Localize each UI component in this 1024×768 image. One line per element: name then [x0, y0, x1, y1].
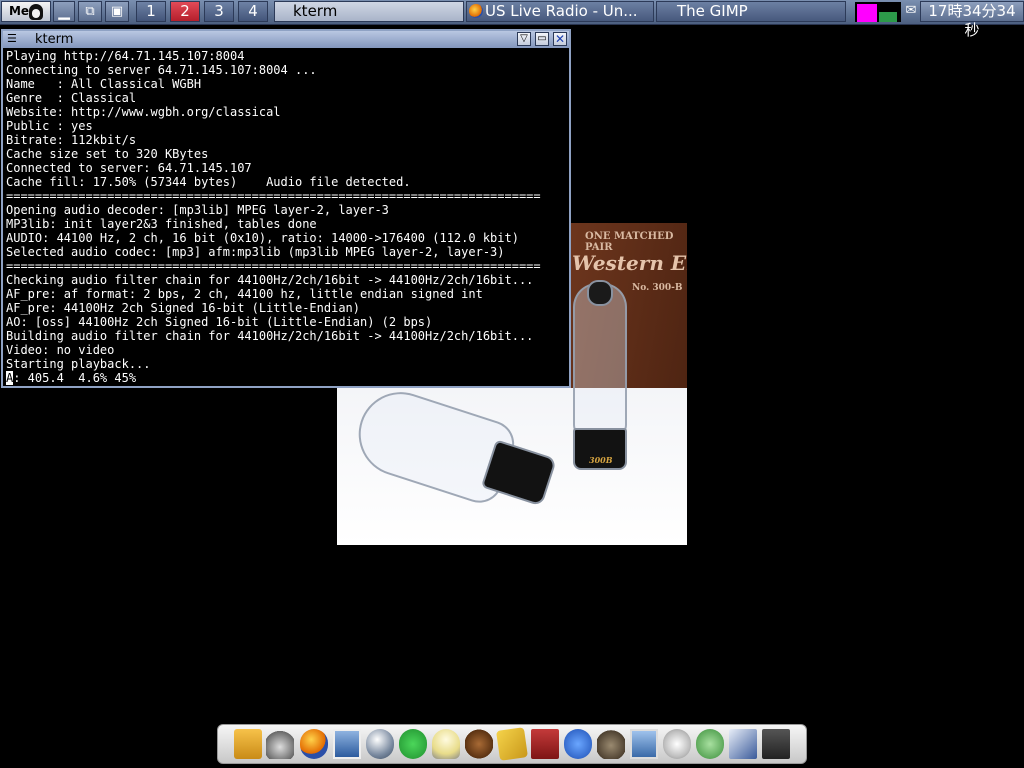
- task-label: US Live Radio - Un...: [485, 2, 638, 20]
- close-button[interactable]: ✕: [553, 32, 567, 46]
- task-label: The GIMP: [677, 2, 748, 20]
- show-desktop-button[interactable]: ▣: [105, 1, 129, 22]
- workspace-1-button[interactable]: 1: [136, 1, 166, 22]
- maximize-icon: ▭: [537, 33, 547, 44]
- box-stamp-top: ONE MATCHED PAIR: [585, 231, 674, 253]
- menu-label: Me: [8, 4, 30, 18]
- terminal-line: AF_pre: af format: 2 bps, 2 ch, 44100 hz…: [6, 287, 483, 301]
- standing-tube-getter: [587, 280, 613, 306]
- chevron-down-icon: ▽: [520, 33, 528, 44]
- maximize-button[interactable]: ▭: [535, 32, 549, 46]
- application-dock: [217, 724, 807, 764]
- workspace-4-button[interactable]: 4: [238, 1, 268, 22]
- terminal-line: Name : All Classical WGBH: [6, 77, 202, 91]
- workspace-label: 1: [146, 2, 156, 20]
- task-us-live-radio[interactable]: US Live Radio - Un...: [466, 1, 654, 22]
- mail-icon[interactable]: ✉: [904, 4, 918, 18]
- terminal-line: Video: no video: [6, 343, 115, 357]
- window-list-button[interactable]: ⧉: [78, 1, 102, 22]
- window-title: kterm: [35, 32, 74, 47]
- terminal-line: Building audio filter chain for 44100Hz/…: [6, 329, 534, 343]
- image-viewer-icon[interactable]: [333, 729, 361, 759]
- terminal-line: ========================================…: [6, 259, 541, 273]
- terminal-line: Public : yes: [6, 119, 93, 133]
- box-stamp-brand: Western Electric: [572, 251, 687, 275]
- drawing-icon[interactable]: [729, 729, 757, 759]
- box-stamp-model: No. 300-B: [632, 283, 683, 293]
- gimp-icon[interactable]: [597, 729, 625, 759]
- terminal-output[interactable]: Playing http://64.71.145.107:8004 Connect…: [6, 49, 566, 386]
- minimize-all-button[interactable]: ▁: [53, 1, 75, 22]
- terminal-line: Playing http://64.71.145.107:8004: [6, 49, 245, 63]
- cpu-bar: [857, 4, 877, 22]
- terminal-line: MP3lib: init layer2&3 finished, tables d…: [6, 217, 317, 231]
- terminal-line: Selected audio codec: [mp3] afm:mp3lib (…: [6, 245, 505, 259]
- photo-icon[interactable]: [630, 729, 658, 759]
- terminal-line: AUDIO: 44100 Hz, 2 ch, 16 bit (0x10), ra…: [6, 231, 519, 245]
- tux-icon: [29, 3, 44, 20]
- terminal-line: Starting playback...: [6, 357, 151, 371]
- file-manager-icon[interactable]: [234, 729, 262, 759]
- terminal-line: Cache size set to 320 KBytes: [6, 147, 209, 161]
- close-icon: ✕: [554, 32, 566, 46]
- terminal-line: AF_pre: 44100Hz 2ch Signed 16-bit (Littl…: [6, 301, 361, 315]
- standing-tube: [573, 283, 627, 437]
- clock[interactable]: 17時34分34秒: [920, 1, 1024, 39]
- window-menu-icon[interactable]: ☰: [7, 33, 19, 45]
- workspace-label: 2: [180, 2, 190, 20]
- memory-bar: [879, 12, 897, 22]
- lightbulb-icon[interactable]: [432, 729, 460, 759]
- workspace-label: 3: [214, 2, 224, 20]
- kterm-titlebar[interactable]: ☰ kterm ▽ ▭ ✕: [3, 31, 569, 48]
- main-menu-button[interactable]: Me: [1, 1, 51, 22]
- shade-button[interactable]: ▽: [517, 32, 531, 46]
- task-the-gimp[interactable]: The GIMP: [656, 1, 846, 22]
- terminal-line: Cache fill: 17.50% (57344 bytes) Audio f…: [6, 175, 411, 189]
- skype-icon[interactable]: [399, 729, 427, 759]
- terminal-status-line: A: 405.4 4.6% 45%: [6, 371, 566, 385]
- task-kterm[interactable]: kterm: [274, 1, 464, 22]
- video-icon[interactable]: [762, 729, 790, 759]
- workspace-label: 4: [248, 2, 258, 20]
- monitor-icon: ▣: [110, 4, 124, 19]
- notes-icon[interactable]: [496, 727, 528, 761]
- gnu-icon[interactable]: [465, 729, 493, 759]
- terminal-line: AO: [oss] 44100Hz 2ch Signed 16-bit (Lit…: [6, 315, 433, 329]
- globe-icon[interactable]: [366, 729, 394, 759]
- playback-status: : 405.4 4.6% 45%: [13, 371, 137, 385]
- standing-tube-label: 300B: [589, 455, 613, 465]
- terminal-line: Opening audio decoder: [mp3lib] MPEG lay…: [6, 203, 389, 217]
- terminal-line: Checking audio filter chain for 44100Hz/…: [6, 273, 534, 287]
- windows-icon: ⧉: [85, 4, 95, 19]
- search-icon[interactable]: [564, 729, 592, 759]
- terminal-line: Bitrate: 112kbit/s: [6, 133, 137, 147]
- top-panel: Me ▁ ⧉ ▣ 1 2 3 4 kterm US Live Radio - U…: [0, 0, 1024, 39]
- minimize-icon: ▁: [58, 2, 70, 20]
- terminal-line: Genre : Classical: [6, 91, 137, 105]
- kterm-window[interactable]: ☰ kterm ▽ ▭ ✕ Playing http://64.71.145.1…: [1, 29, 571, 388]
- music-icon[interactable]: [696, 729, 724, 759]
- cpu-monitor-graph[interactable]: [855, 2, 901, 22]
- dictionary-icon[interactable]: [531, 729, 559, 759]
- game-controller-icon[interactable]: [266, 729, 294, 759]
- firefox-icon[interactable]: [300, 729, 328, 759]
- compass-icon[interactable]: [663, 729, 691, 759]
- task-label: kterm: [293, 2, 338, 20]
- terminal-line: ========================================…: [6, 189, 541, 203]
- terminal-line: Website: http://www.wgbh.org/classical: [6, 105, 281, 119]
- terminal-line: Connecting to server 64.71.145.107:8004 …: [6, 63, 317, 77]
- workspace-3-button[interactable]: 3: [204, 1, 234, 22]
- terminal-line: Connected to server: 64.71.145.107: [6, 161, 252, 175]
- workspace-2-button[interactable]: 2: [170, 1, 200, 22]
- firefox-icon: [469, 4, 483, 18]
